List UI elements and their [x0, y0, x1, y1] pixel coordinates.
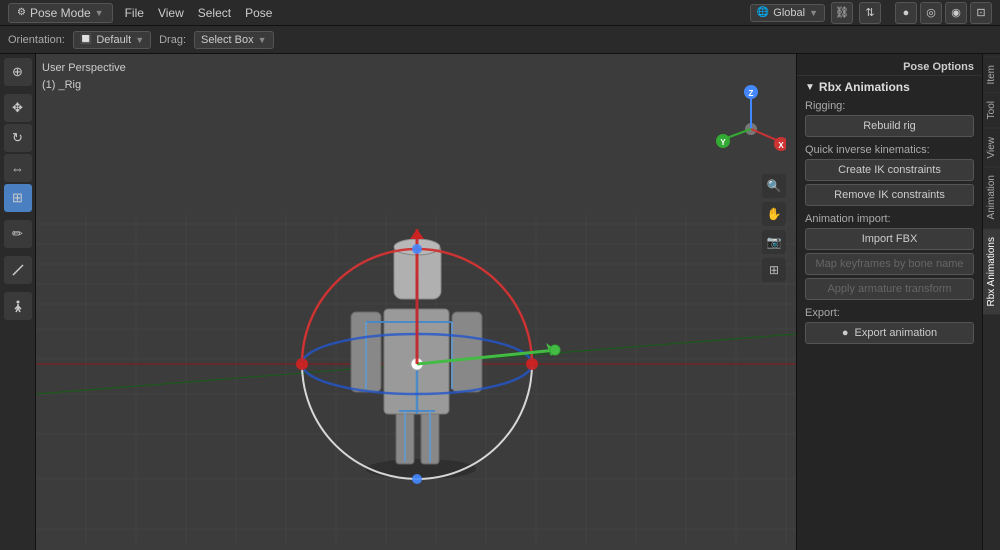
viewport-header: User Perspective (1) _Rig [42, 60, 126, 93]
svg-text:X: X [778, 141, 784, 150]
viewport-rig-label: (1) _Rig [42, 77, 126, 94]
far-right-tabs: Item Tool View Animation Rbx Animations [982, 54, 1000, 550]
right-panel: Pose Options ▼ Rbx Animations Rigging: R… [797, 54, 982, 550]
center-dropdown[interactable]: 🌐 Global ▼ [750, 4, 825, 22]
vp-hand-icon[interactable]: ✋ [762, 202, 786, 226]
arrows-icon-btn[interactable]: ⇅ [859, 2, 881, 24]
export-label: Export: [805, 307, 974, 319]
header-right: 🌐 Global ▼ ⛓ ⇅ ● ◎ ◉ ⊡ [750, 2, 992, 24]
vp-camera-icon[interactable]: 📷 [762, 230, 786, 254]
render-icon2[interactable]: ◎ [920, 2, 942, 24]
tab-item[interactable]: Item [983, 56, 1000, 92]
top-menu-items: File View Select Pose [119, 4, 279, 22]
menu-view[interactable]: View [152, 4, 190, 22]
menu-pose[interactable]: Pose [239, 4, 278, 22]
export-icon: ● [842, 327, 849, 339]
svg-text:Y: Y [720, 138, 726, 147]
tool-move[interactable]: ✥ [4, 94, 32, 122]
import-fbx-button[interactable]: Import FBX [805, 228, 974, 250]
tool-measure[interactable] [4, 256, 32, 284]
collapse-arrow: ▼ [805, 82, 815, 93]
anim-import-label: Animation import: [805, 213, 974, 225]
panel-rbx-animations-header[interactable]: ▼ Rbx Animations [797, 76, 982, 98]
export-anim-label: Export animation [855, 327, 938, 339]
viewport-right-icons: 🔍 ✋ 📷 ⊞ [762, 174, 786, 282]
tab-animation[interactable]: Animation [983, 166, 1000, 227]
grid-background [36, 54, 796, 550]
axes-gizmo[interactable]: Z X Y [716, 84, 786, 154]
quick-ik-label: Quick inverse kinematics: [805, 144, 974, 156]
orientation-label: Orientation: [8, 34, 65, 46]
mode-label: Pose Mode [30, 6, 91, 20]
orientation-selector[interactable]: 🔲 Default ▼ [73, 31, 151, 49]
anim-import-section: Animation import: Import FBX Map keyfram… [797, 211, 982, 305]
tool-rotate[interactable]: ↻ [4, 124, 32, 152]
map-keyframes-button[interactable]: Map keyframes by bone name [805, 253, 974, 275]
left-toolbar: ⊕ ✥ ↻ ⇔ ⊞ ✏ [0, 54, 36, 550]
render-icon4[interactable]: ⊡ [970, 2, 992, 24]
top-menu-bar: ⚙ Pose Mode ▼ File View Select Pose 🌐 Gl… [0, 0, 1000, 26]
viewport-perspective-label: User Perspective [42, 60, 126, 77]
orientation-value: Default [96, 34, 131, 46]
menu-file[interactable]: File [119, 4, 150, 22]
pose-options-label: Pose Options [797, 58, 982, 76]
rebuild-rig-button[interactable]: Rebuild rig [805, 115, 974, 137]
tool-pose[interactable] [4, 292, 32, 320]
create-ik-button[interactable]: Create IK constraints [805, 159, 974, 181]
remove-ik-button[interactable]: Remove IK constraints [805, 184, 974, 206]
axes-gizmo-svg: Z X Y [716, 84, 786, 154]
main-area: ⊕ ✥ ↻ ⇔ ⊞ ✏ [0, 54, 1000, 550]
quick-ik-section: Quick inverse kinematics: Create IK cons… [797, 142, 982, 211]
render-icon3[interactable]: ◉ [945, 2, 967, 24]
rigging-section: Rigging: Rebuild rig [797, 98, 982, 142]
tool-transform[interactable]: ⊞ [4, 184, 32, 212]
vp-grid-icon[interactable]: ⊞ [762, 258, 786, 282]
drag-value: Select Box [201, 34, 254, 46]
mode-selector[interactable]: ⚙ Pose Mode ▼ [8, 3, 113, 23]
export-section: Export: ● Export animation [797, 305, 982, 349]
rigging-label: Rigging: [805, 100, 974, 112]
render-icon[interactable]: ● [895, 2, 917, 24]
vp-search-icon[interactable]: 🔍 [762, 174, 786, 198]
toolbar-bar: Orientation: 🔲 Default ▼ Drag: Select Bo… [0, 26, 1000, 54]
center-label: Global [773, 7, 805, 19]
tool-annotate[interactable]: ✏ [4, 220, 32, 248]
svg-text:Z: Z [749, 89, 754, 98]
panel-title: Rbx Animations [819, 80, 910, 94]
tool-scale[interactable]: ⇔ [4, 154, 32, 182]
right-sidebar-container: Pose Options ▼ Rbx Animations Rigging: R… [796, 54, 1000, 550]
tab-tool[interactable]: Tool [983, 92, 1000, 127]
drag-label: Drag: [159, 34, 186, 46]
viewport[interactable]: User Perspective (1) _Rig 🔍 ✋ 📷 ⊞ Z X [36, 54, 796, 550]
chain-icon-btn[interactable]: ⛓ [831, 2, 853, 24]
tab-rbx-animations[interactable]: Rbx Animations [983, 228, 1000, 314]
tab-view[interactable]: View [983, 128, 1000, 167]
menu-select[interactable]: Select [192, 4, 237, 22]
tool-cursor[interactable]: ⊕ [4, 58, 32, 86]
drag-selector[interactable]: Select Box ▼ [194, 31, 274, 49]
apply-armature-button[interactable]: Apply armature transform [805, 278, 974, 300]
export-anim-button[interactable]: ● Export animation [805, 322, 974, 344]
